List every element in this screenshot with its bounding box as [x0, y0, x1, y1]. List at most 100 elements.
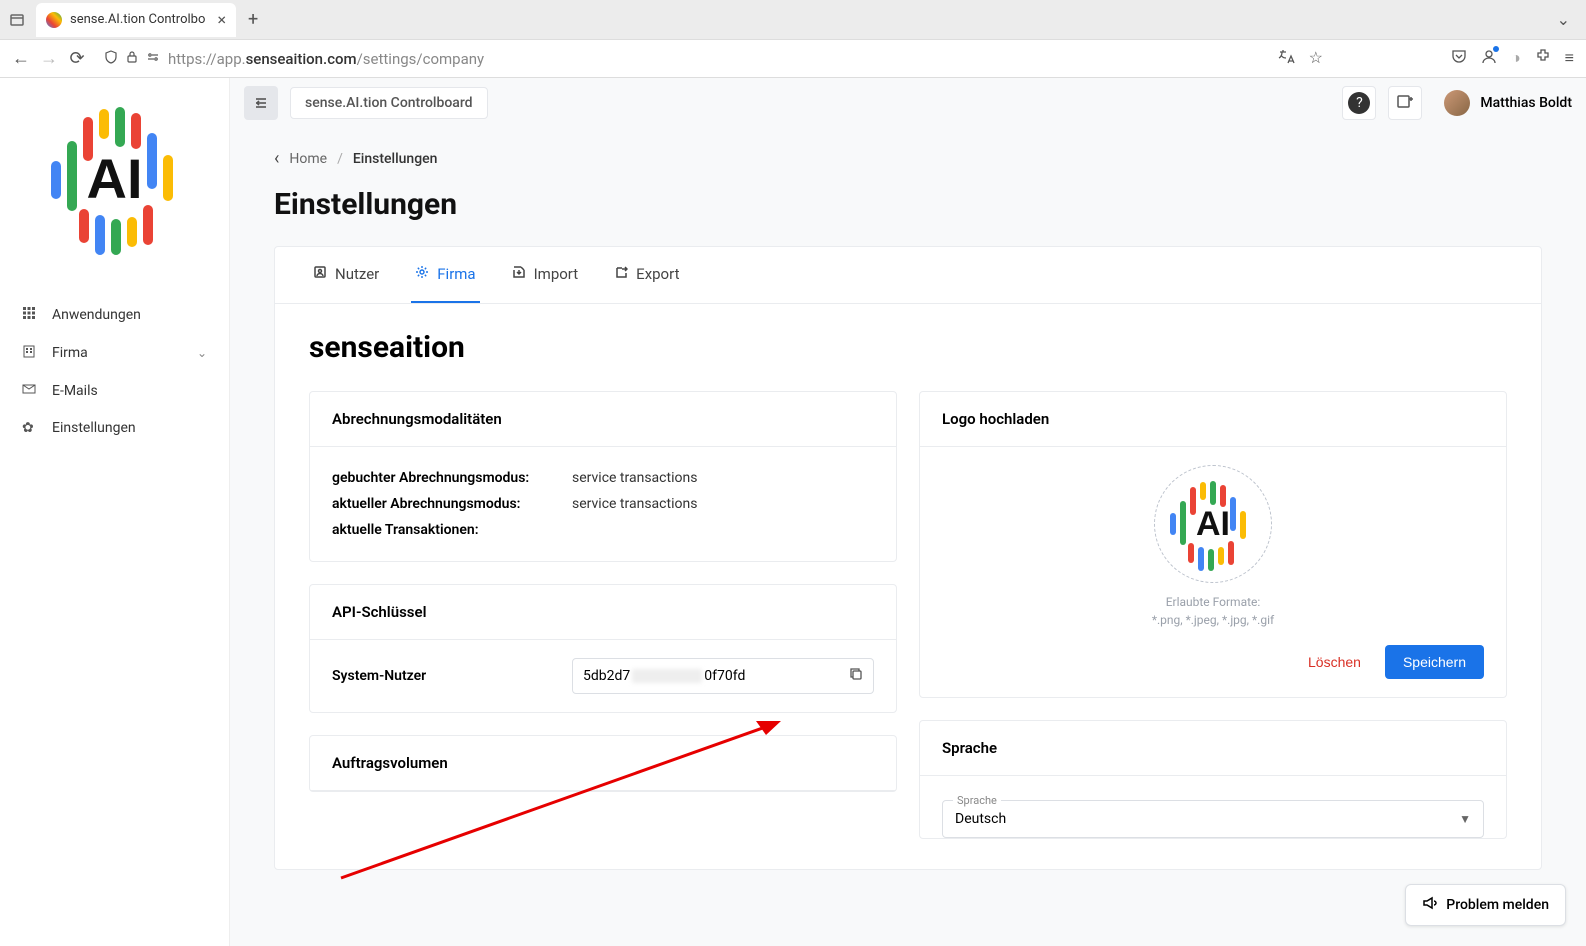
report-problem-button[interactable]: Problem melden: [1405, 884, 1566, 926]
tab-import[interactable]: Import: [508, 247, 583, 303]
api-key-value: 5db2d70f70fd: [583, 668, 849, 684]
grid-icon: [22, 306, 38, 324]
translate-icon[interactable]: [1277, 48, 1295, 70]
tab-label: Import: [534, 265, 579, 283]
user-menu[interactable]: Matthias Boldt: [1444, 90, 1572, 116]
lock-icon[interactable]: [126, 50, 138, 68]
delete-logo-button[interactable]: Löschen: [1294, 645, 1375, 679]
tab-firma[interactable]: Firma: [411, 247, 479, 303]
browser-tab[interactable]: sense.AI.tion Controlbo ×: [36, 3, 236, 37]
logo-upload-dropzone[interactable]: AI: [1154, 465, 1272, 583]
panel-title: Logo hochladen: [920, 392, 1506, 447]
import-icon: [512, 265, 526, 283]
sidebar-item-label: Firma: [52, 345, 88, 361]
panel-title: Sprache: [920, 721, 1506, 776]
logo-upload-panel: Logo hochladen: [919, 391, 1507, 698]
panel-title: Abrechnungsmodalitäten: [310, 392, 896, 447]
company-name: senseaition: [275, 304, 1541, 391]
help-button[interactable]: ?: [1342, 86, 1376, 120]
collapse-sidebar-button[interactable]: [244, 86, 278, 120]
sidebar-item-firma[interactable]: Firma ⌄: [0, 334, 229, 372]
tab-label: Firma: [437, 265, 475, 283]
tab-title: sense.AI.tion Controlbo: [70, 12, 205, 27]
volume-panel: Auftragsvolumen: [309, 735, 897, 792]
url-text: https://app.senseaition.com/settings/com…: [168, 50, 484, 68]
favicon-icon: [46, 12, 62, 28]
billing-row: aktueller Abrechnungsmodus: service tran…: [332, 491, 874, 517]
add-widget-button[interactable]: [1388, 86, 1422, 120]
billing-row: aktuelle Transaktionen:: [332, 517, 874, 543]
language-panel: Sprache Sprache Deutsch ▼: [919, 720, 1507, 839]
browser-toolbar: ← → ⟳ https://app.senseaition.com/settin…: [0, 40, 1586, 78]
megaphone-icon: [1422, 895, 1438, 915]
extensions-icon[interactable]: [1535, 48, 1551, 70]
menu-icon[interactable]: ≡: [1565, 48, 1574, 70]
report-label: Problem melden: [1446, 897, 1549, 913]
sidebar: AI Anwendungen Firma ⌄ E-Mail: [0, 78, 230, 946]
settings-tabs: Nutzer Firma Import: [275, 247, 1541, 304]
reload-button[interactable]: ⟳: [68, 48, 86, 69]
tab-label: Nutzer: [335, 265, 379, 283]
language-select[interactable]: Sprache Deutsch ▼: [942, 800, 1484, 838]
account-icon[interactable]: [1481, 48, 1497, 70]
save-logo-button[interactable]: Speichern: [1385, 645, 1484, 679]
export-icon: [614, 265, 628, 283]
close-tab-icon[interactable]: ×: [217, 10, 226, 29]
upload-hint: Erlaubte Formate: *.png, *.jpeg, *.jpg, …: [1152, 593, 1274, 629]
recent-tabs-icon[interactable]: [8, 11, 26, 29]
forward-button: →: [40, 48, 58, 69]
breadcrumb-separator: /: [337, 151, 343, 167]
browser-tab-strip: sense.AI.tion Controlbo × + ⌄: [0, 0, 1586, 40]
user-name: Matthias Boldt: [1480, 95, 1572, 111]
sidebar-item-anwendungen[interactable]: Anwendungen: [0, 296, 229, 334]
url-bar[interactable]: https://app.senseaition.com/settings/com…: [96, 50, 1267, 68]
building-icon: [22, 344, 38, 362]
gear-icon: [415, 265, 429, 283]
sidebar-item-einstellungen[interactable]: ✿ Einstellungen: [0, 410, 229, 446]
sidebar-item-emails[interactable]: E-Mails: [0, 372, 229, 410]
permissions-icon[interactable]: [146, 50, 160, 68]
topbar: sense.AI.tion Controlboard ? Matthias Bo…: [230, 78, 1586, 128]
logo-preview-text: AI: [1196, 505, 1230, 544]
sidebar-item-label: Einstellungen: [52, 420, 136, 436]
bookmark-icon[interactable]: ☆: [1309, 48, 1323, 70]
breadcrumb-home[interactable]: Home: [289, 151, 327, 167]
user-icon: [313, 265, 327, 283]
tab-list-dropdown-icon[interactable]: ⌄: [1549, 10, 1578, 29]
back-button[interactable]: ←: [12, 48, 30, 69]
tab-nutzer[interactable]: Nutzer: [309, 247, 383, 303]
avatar: [1444, 90, 1470, 116]
settings-card: Nutzer Firma Import: [274, 246, 1542, 870]
help-icon: ?: [1348, 92, 1370, 114]
copy-icon[interactable]: [849, 667, 863, 685]
sidebar-item-label: E-Mails: [52, 383, 98, 399]
chevron-down-icon: ▼: [1459, 812, 1471, 826]
mail-icon: [22, 382, 38, 400]
page-title: Einstellungen: [274, 187, 1542, 222]
billing-panel: Abrechnungsmodalitäten gebuchter Abrechn…: [309, 391, 897, 562]
billing-row: gebuchter Abrechnungsmodus: service tran…: [332, 465, 874, 491]
shield-icon[interactable]: [104, 50, 118, 68]
gear-icon: ✿: [22, 420, 38, 436]
new-tab-button[interactable]: +: [248, 9, 258, 30]
app-logo[interactable]: AI: [0, 78, 229, 278]
api-label: System-Nutzer: [332, 668, 572, 684]
app-title-pill: sense.AI.tion Controlboard: [290, 87, 488, 119]
panel-title: Auftragsvolumen: [310, 736, 896, 791]
tab-export[interactable]: Export: [610, 247, 683, 303]
breadcrumb-current: Einstellungen: [353, 151, 438, 167]
extension1-icon[interactable]: ◑: [1511, 48, 1521, 70]
api-key-field[interactable]: 5db2d70f70fd: [572, 658, 874, 694]
language-value: Deutsch: [955, 811, 1006, 827]
pocket-icon[interactable]: [1451, 48, 1467, 70]
main-content: sense.AI.tion Controlboard ? Matthias Bo…: [230, 78, 1586, 946]
breadcrumb: ‹ Home / Einstellungen: [274, 148, 1542, 169]
tab-label: Export: [636, 265, 679, 283]
chevron-down-icon: ⌄: [197, 346, 207, 360]
sidebar-item-label: Anwendungen: [52, 307, 141, 323]
breadcrumb-back-icon[interactable]: ‹: [274, 148, 279, 169]
language-field-label: Sprache: [953, 794, 1001, 807]
logo-text: AI: [87, 146, 143, 211]
panel-title: API-Schlüssel: [310, 585, 896, 640]
api-key-panel: API-Schlüssel System-Nutzer 5db2d70f70fd: [309, 584, 897, 713]
